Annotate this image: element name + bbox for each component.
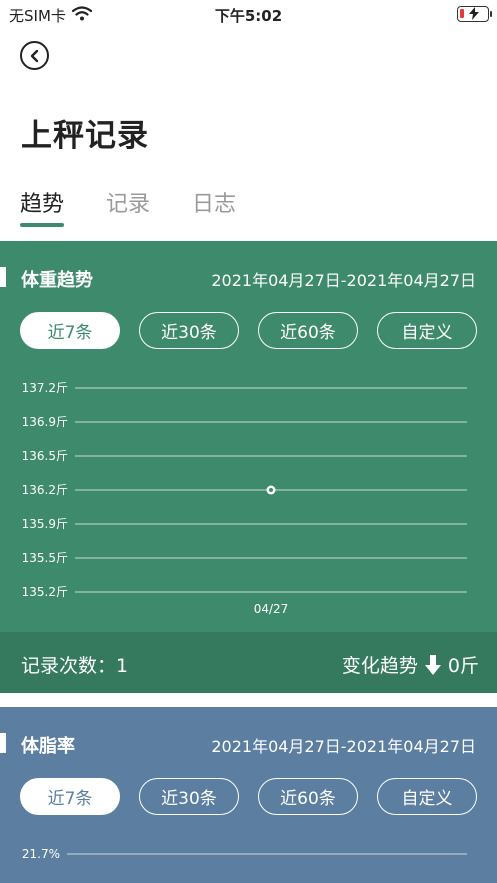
weight-card-title: 体重趋势 [21,270,93,291]
chip-last-60[interactable]: 近60条 [258,312,358,349]
chip-last-60[interactable]: 近60条 [258,778,358,815]
chip-custom[interactable]: 自定义 [377,778,477,815]
y-tick-label: 135.5斤 [22,551,68,565]
weight-card-header: 体重趋势 2021年04月27日-2021年04月27日 [0,266,497,291]
page-title: 上秤记录 [21,118,149,154]
y-tick-label: 136.9斤 [22,415,68,429]
chip-last-30[interactable]: 近30条 [139,778,239,815]
y-tick-label: 137.2斤 [22,381,68,395]
weight-trend-card: 体重趋势 2021年04月27日-2021年04月27日 近7条 近30条 近6… [0,241,497,693]
record-count-value: 1 [116,655,129,677]
chip-custom[interactable]: 自定义 [377,312,477,349]
fat-date-range: 2021年04月27日-2021年04月27日 [211,737,476,756]
tab-trend[interactable]: 趋势 [20,186,65,228]
x-tick-label: 04/27 [254,602,289,616]
fat-card-header: 体脂率 2021年04月27日-2021年04月27日 [0,732,497,757]
weight-range-chips: 近7条 近30条 近60条 自定义 [20,312,477,349]
back-button[interactable] [20,41,49,70]
status-time: 下午5:02 [214,7,283,25]
y-tick-label: 21.7% [22,847,60,861]
data-point-center [269,488,273,492]
record-count-label: 记录次数： [21,655,117,677]
battery-icon [457,6,492,22]
weight-date-range: 2021年04月27日-2021年04月27日 [211,271,476,290]
tab-bar: 趋势 记录 日志 [20,186,278,228]
body-fat-chart: 21.7% [22,847,467,861]
y-tick-label: 136.5斤 [22,449,68,463]
y-tick-label: 135.2斤 [22,585,68,599]
trend-value: 0斤 [447,655,479,677]
weight-card-footer: 记录次数：1 变化趋势 0斤 [0,632,497,693]
chevron-left-icon [30,49,38,62]
change-trend: 变化趋势 0斤 [342,651,479,678]
y-tick-label: 135.9斤 [22,517,68,531]
status-bar: 无SIM卡 下午5:02 [0,0,497,28]
y-tick-label: 136.2斤 [22,483,68,497]
fat-card-title: 体脂率 [21,736,75,757]
section-marker [0,733,6,753]
body-fat-card: 体脂率 2021年04月27日-2021年04月27日 近7条 近30条 近60… [0,707,497,883]
chip-last-30[interactable]: 近30条 [139,312,239,349]
tab-log[interactable]: 日志 [192,186,236,228]
trend-label: 变化趋势 [341,655,418,677]
fat-range-chips: 近7条 近30条 近60条 自定义 [20,778,477,815]
tab-records[interactable]: 记录 [106,186,150,228]
chip-last-7[interactable]: 近7条 [20,778,120,815]
section-marker [0,267,6,287]
weight-chart: 137.2斤 136.9斤 136.5斤 136.2斤 135.9斤 135.5斤 135.… [22,381,467,616]
chip-last-7[interactable]: 近7条 [20,312,120,349]
arrow-down-icon [424,654,441,675]
record-count: 记录次数：1 [21,651,128,678]
